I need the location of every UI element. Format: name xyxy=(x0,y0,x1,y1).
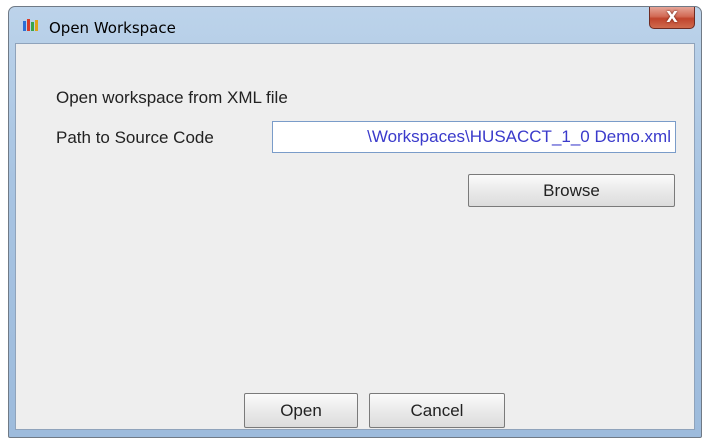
open-workspace-dialog: Open Workspace X Open workspace from XML… xyxy=(8,6,702,438)
path-input[interactable]: \Workspaces\HUSACCT_1_0 Demo.xml xyxy=(272,121,676,153)
dialog-content: Open workspace from XML file Path to Sou… xyxy=(15,43,695,430)
dialog-heading: Open workspace from XML file xyxy=(56,88,288,107)
title-bar[interactable]: Open Workspace X xyxy=(9,7,701,43)
open-button[interactable]: Open xyxy=(244,393,358,428)
browse-button[interactable]: Browse xyxy=(468,174,675,207)
path-input-value: \Workspaces\HUSACCT_1_0 Demo.xml xyxy=(367,127,671,146)
app-logo-icon xyxy=(23,19,38,31)
cancel-button[interactable]: Cancel xyxy=(369,393,505,428)
path-label: Path to Source Code xyxy=(56,128,214,147)
close-icon: X xyxy=(666,8,678,26)
window-title: Open Workspace xyxy=(49,19,176,37)
close-button[interactable]: X xyxy=(649,7,695,29)
